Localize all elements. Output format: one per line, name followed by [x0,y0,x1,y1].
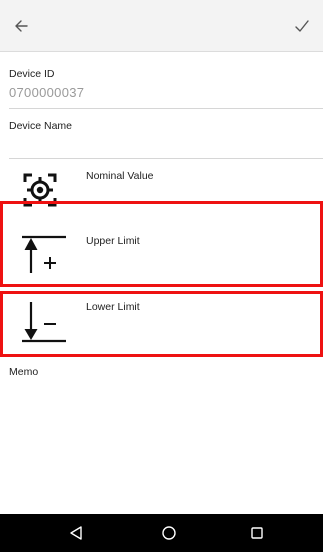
device-id-value[interactable]: 0700000037 [9,85,84,100]
divider [9,158,323,159]
arrow-left-icon [15,20,28,32]
system-nav-bar [0,514,323,552]
nominal-value-label: Nominal Value [86,170,154,182]
nav-recents-button[interactable] [245,521,269,545]
device-id-label: Device ID [9,68,55,80]
upper-limit-icon [22,235,66,273]
done-button[interactable] [289,13,315,39]
upper-limit-icon-button[interactable] [20,233,66,284]
lower-limit-label: Lower Limit [86,301,140,313]
memo-label: Memo [9,366,39,378]
lower-limit-icon [22,302,66,343]
app-bar [0,0,323,52]
back-button[interactable] [8,13,34,39]
divider [9,108,323,109]
triangle-back-icon [70,526,82,540]
upper-limit-label: Upper Limit [86,235,140,247]
checkmark-icon [295,20,309,32]
device-name-label: Device Name [9,120,73,132]
nav-home-button[interactable] [157,521,181,545]
nav-back-button[interactable] [64,521,88,545]
square-recents-icon [251,527,263,539]
circle-home-icon [162,526,176,540]
memo-field[interactable] [9,382,314,502]
lower-limit-icon-button[interactable] [20,300,66,351]
